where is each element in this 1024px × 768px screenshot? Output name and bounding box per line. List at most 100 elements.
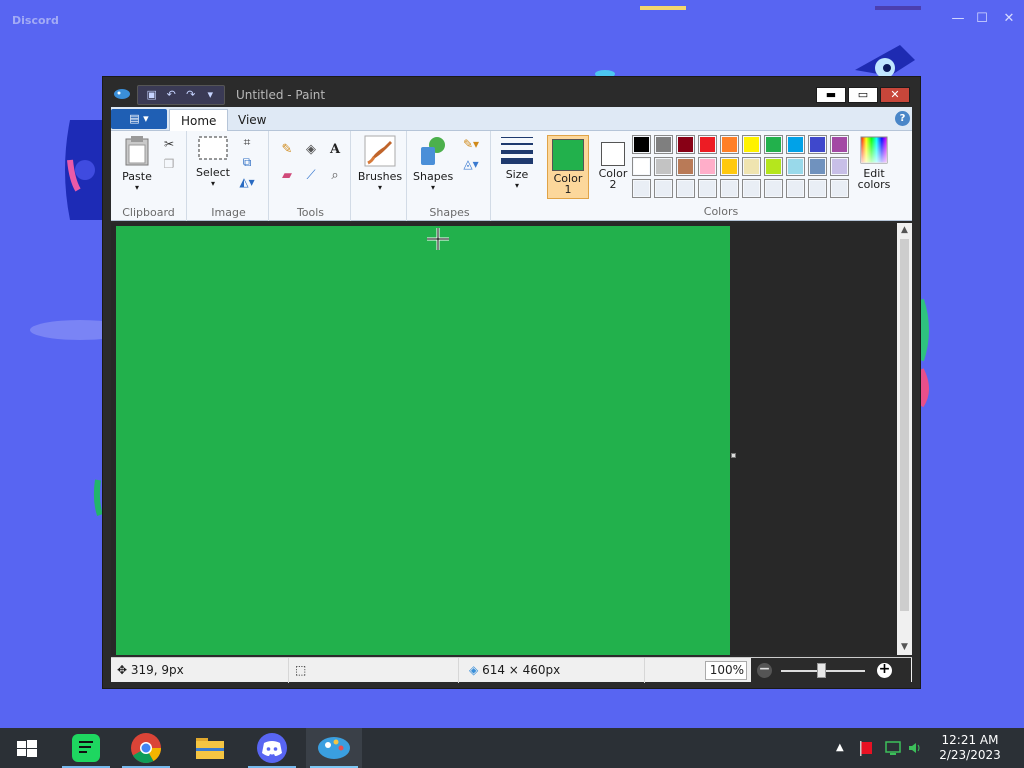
palette-swatch[interactable] (786, 157, 805, 176)
minimize-button[interactable]: ▬ (816, 87, 846, 103)
text-icon[interactable]: A (325, 139, 345, 159)
eraser-icon[interactable]: ▰ (277, 165, 297, 185)
shapes-button[interactable]: Shapes ▾ (413, 135, 453, 192)
palette-swatch[interactable] (742, 179, 761, 198)
scroll-up-icon[interactable]: ▲ (897, 223, 912, 238)
color1-number: 1 (564, 183, 572, 196)
crosshair-cursor-icon (427, 228, 449, 250)
zoom-in-icon[interactable]: + (877, 662, 892, 678)
palette-swatch[interactable] (720, 157, 739, 176)
palette-swatch[interactable] (676, 179, 695, 198)
network-icon[interactable] (884, 739, 902, 757)
zoom-thumb[interactable] (817, 663, 826, 678)
palette-swatch[interactable] (720, 179, 739, 198)
taskbar-discord[interactable] (244, 728, 300, 768)
palette-swatch[interactable] (764, 135, 783, 154)
tray-expand-icon[interactable]: ▲ (836, 728, 844, 768)
palette-swatch[interactable] (742, 135, 761, 154)
select-button[interactable]: Select ▾ (193, 135, 233, 188)
palette-swatch[interactable] (808, 179, 827, 198)
paint-window: ▣ ↶ ↷ ▾ Untitled - Paint ▬ ▭ ✕ ▤ ▾ Home … (102, 76, 921, 689)
paint-titlebar: ▣ ↶ ↷ ▾ Untitled - Paint ▬ ▭ ✕ (103, 77, 920, 107)
save-icon[interactable]: ▣ (144, 88, 160, 102)
palette-swatch[interactable] (654, 179, 673, 198)
palette-swatch[interactable] (632, 135, 651, 154)
taskbar-spotify[interactable] (58, 728, 114, 768)
volume-icon[interactable] (906, 739, 924, 757)
taskbar-paint[interactable] (306, 728, 362, 768)
copy-icon[interactable]: ❐ (159, 155, 179, 173)
color2-button[interactable]: Color 2 (593, 135, 633, 199)
palette-swatch[interactable] (698, 179, 717, 198)
resize-icon[interactable]: ⧉ (237, 153, 257, 171)
palette-swatch[interactable] (786, 135, 805, 154)
palette-swatch[interactable] (742, 157, 761, 176)
palette-swatch-color (722, 181, 737, 196)
palette-swatch[interactable] (720, 135, 739, 154)
palette-swatch-color (634, 159, 649, 174)
palette-swatch[interactable] (764, 157, 783, 176)
palette-swatch-color (810, 137, 825, 152)
palette-swatch[interactable] (830, 179, 849, 198)
size-button[interactable]: Size ▾ (497, 135, 537, 190)
cut-icon[interactable]: ✂ (159, 135, 179, 153)
magnifier-icon[interactable]: ⌕ (325, 165, 345, 185)
palette-swatch[interactable] (676, 135, 695, 154)
palette-swatch[interactable] (698, 135, 717, 154)
fill-shape-icon[interactable]: ◬▾ (457, 155, 485, 173)
rotate-icon[interactable]: ◭▾ (237, 173, 257, 191)
selection-icon: ⬚ (295, 663, 307, 677)
canvas-resize-handle[interactable] (731, 453, 736, 458)
palette-swatch[interactable] (786, 179, 805, 198)
palette-swatch[interactable] (830, 157, 849, 176)
outline-icon[interactable]: ✎▾ (457, 135, 485, 153)
palette-swatch[interactable] (676, 157, 695, 176)
paint-app-icon[interactable] (113, 88, 131, 100)
select-label: Select (196, 166, 230, 179)
file-menu-button[interactable]: ▤ ▾ (111, 109, 167, 129)
edit-colors-button[interactable]: Edit colors (853, 135, 895, 190)
drawing-canvas[interactable] (116, 226, 730, 655)
maximize-button[interactable]: ▭ (848, 87, 878, 103)
color1-button[interactable]: Color 1 (547, 135, 589, 199)
undo-icon[interactable]: ↶ (164, 88, 180, 102)
crop-icon[interactable]: ⌗ (237, 133, 257, 151)
zoom-slider[interactable]: − + (751, 658, 911, 683)
palette-swatch[interactable] (632, 179, 651, 198)
palette-swatch[interactable] (830, 135, 849, 154)
redo-icon[interactable]: ↷ (183, 88, 199, 102)
tab-view[interactable]: View (227, 109, 277, 131)
palette-swatch-color (744, 137, 759, 152)
palette-swatch[interactable] (654, 135, 673, 154)
palette-swatch[interactable] (698, 157, 717, 176)
zoom-level[interactable]: 100% (705, 661, 747, 680)
brushes-button[interactable]: Brushes ▾ (357, 135, 403, 192)
palette-swatch[interactable] (764, 179, 783, 198)
palette-swatch[interactable] (808, 157, 827, 176)
taskbar-chrome[interactable] (118, 728, 174, 768)
zoom-out-icon[interactable]: − (757, 662, 772, 678)
customize-quick-access-icon[interactable]: ▾ (203, 88, 219, 102)
paste-button[interactable]: Paste ▾ (119, 135, 155, 192)
tab-home[interactable]: Home (169, 109, 229, 131)
palette-swatch[interactable] (632, 157, 651, 176)
clock[interactable]: 12:21 AM 2/23/2023 (930, 733, 1010, 763)
select-dropdown-icon: ▾ (210, 179, 215, 188)
scrollbar-thumb[interactable] (900, 239, 909, 611)
flag-icon[interactable] (858, 739, 876, 757)
minimize-icon: ▬ (825, 88, 837, 101)
start-button[interactable] (0, 728, 56, 768)
shapes-label: Shapes (413, 170, 454, 183)
size-dropdown-icon: ▾ (514, 181, 519, 190)
palette-swatch[interactable] (808, 135, 827, 154)
vertical-scrollbar[interactable]: ▲ ▼ (897, 223, 912, 655)
close-button[interactable]: ✕ (880, 87, 910, 103)
pencil-icon[interactable]: ✎ (277, 139, 297, 159)
taskbar-file-explorer[interactable] (182, 728, 238, 768)
help-icon[interactable]: ? (895, 111, 910, 126)
fill-icon[interactable]: ◈ (301, 139, 321, 159)
scroll-down-icon[interactable]: ▼ (897, 640, 912, 655)
palette-swatch[interactable] (654, 157, 673, 176)
palette-swatch-color (766, 159, 781, 174)
color-picker-icon[interactable]: ⟋ (301, 165, 321, 185)
